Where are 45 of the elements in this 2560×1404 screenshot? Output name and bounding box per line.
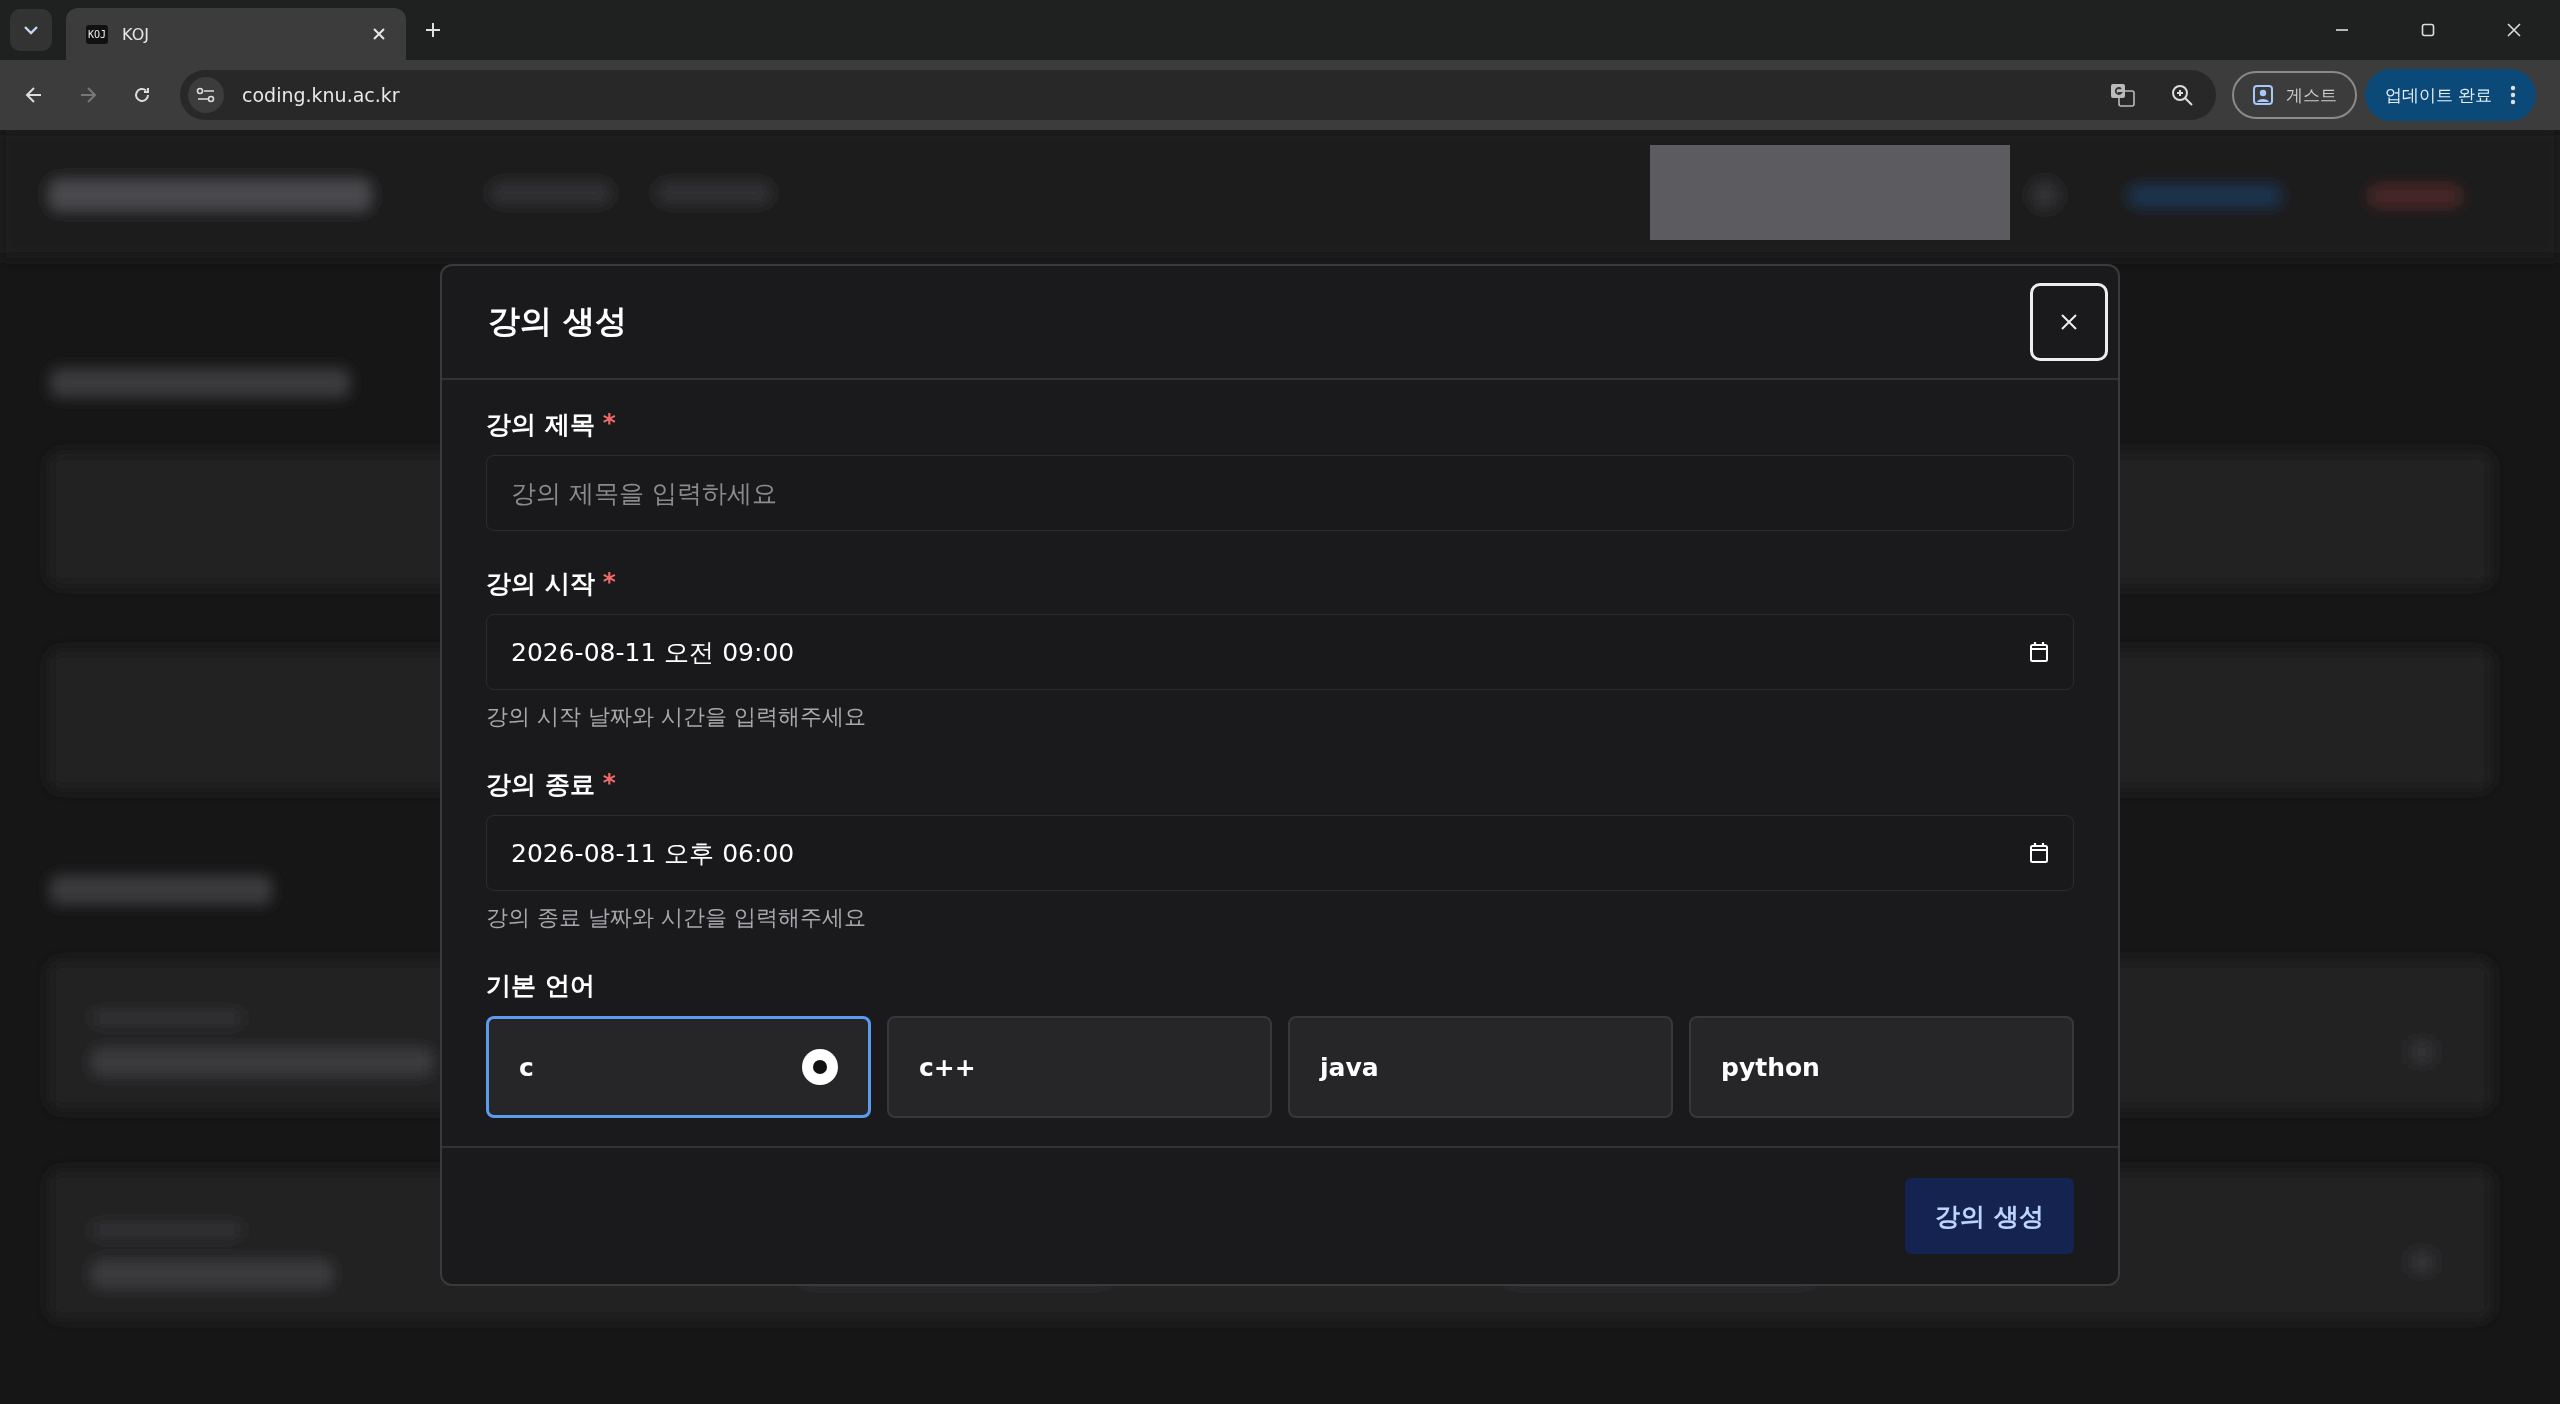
create-course-button[interactable]: 강의 생성 — [1905, 1178, 2074, 1254]
tab-title: KOJ — [122, 24, 150, 44]
tab-list-button[interactable] — [10, 9, 52, 51]
calendar-icon — [2029, 641, 2049, 663]
maximize-icon[interactable] — [2420, 22, 2436, 38]
help-text: 강의 시작 날짜와 시간을 입력해주세요 — [486, 703, 867, 731]
favicon: KOJ — [86, 24, 109, 44]
browser-tab[interactable]: KOJ KOJ — [66, 8, 406, 60]
datetime-field[interactable]: 2026-08-11 오후 06:00 — [486, 815, 2074, 891]
address-bar[interactable]: coding.knu.ac.kr — [180, 70, 2216, 120]
close-icon — [2060, 313, 2078, 331]
url-text: coding.knu.ac.kr — [242, 84, 400, 106]
language-option[interactable]: c — [486, 1016, 871, 1118]
required-mark: * — [602, 567, 616, 598]
radio-selected-icon — [802, 1049, 838, 1085]
field-label: 강의 종료 — [486, 769, 595, 801]
reload-icon[interactable] — [132, 85, 152, 105]
datetime-field[interactable]: 2026-08-11 오전 09:00 — [486, 614, 2074, 690]
back-icon[interactable] — [24, 85, 44, 105]
field-label: 강의 제목 — [486, 409, 595, 441]
required-mark: * — [602, 408, 616, 439]
zoom-in-icon[interactable] — [2169, 83, 2194, 107]
field-label: 강의 시작 — [486, 568, 595, 600]
site-info-button[interactable] — [188, 77, 224, 113]
language-option[interactable]: python — [1689, 1016, 2074, 1118]
new-tab-icon[interactable] — [424, 21, 442, 39]
field-label: 기본 언어 — [486, 970, 595, 1002]
tune-icon — [196, 87, 216, 103]
close-icon[interactable] — [2506, 22, 2522, 38]
language-option[interactable]: c++ — [887, 1016, 1272, 1118]
person-icon — [2251, 84, 2274, 106]
required-mark: * — [602, 768, 616, 799]
help-text: 강의 종료 날짜와 시간을 입력해주세요 — [486, 904, 867, 932]
chevron-down-icon — [23, 25, 39, 35]
calendar-icon — [2029, 842, 2049, 864]
update-button[interactable]: 업데이트 완료 — [2364, 69, 2536, 121]
translate-icon[interactable] — [2109, 83, 2136, 107]
input-field[interactable]: 강의 제목을 입력하세요 — [486, 455, 2074, 531]
more-vertical-icon — [2510, 85, 2516, 105]
language-option[interactable]: java — [1288, 1016, 1673, 1118]
dialog-title: 강의 생성 — [488, 301, 628, 342]
profile-button[interactable]: 게스트 — [2231, 71, 2357, 119]
close-icon[interactable] — [372, 27, 386, 41]
forward-icon[interactable] — [78, 85, 98, 105]
close-button[interactable] — [2030, 283, 2108, 361]
